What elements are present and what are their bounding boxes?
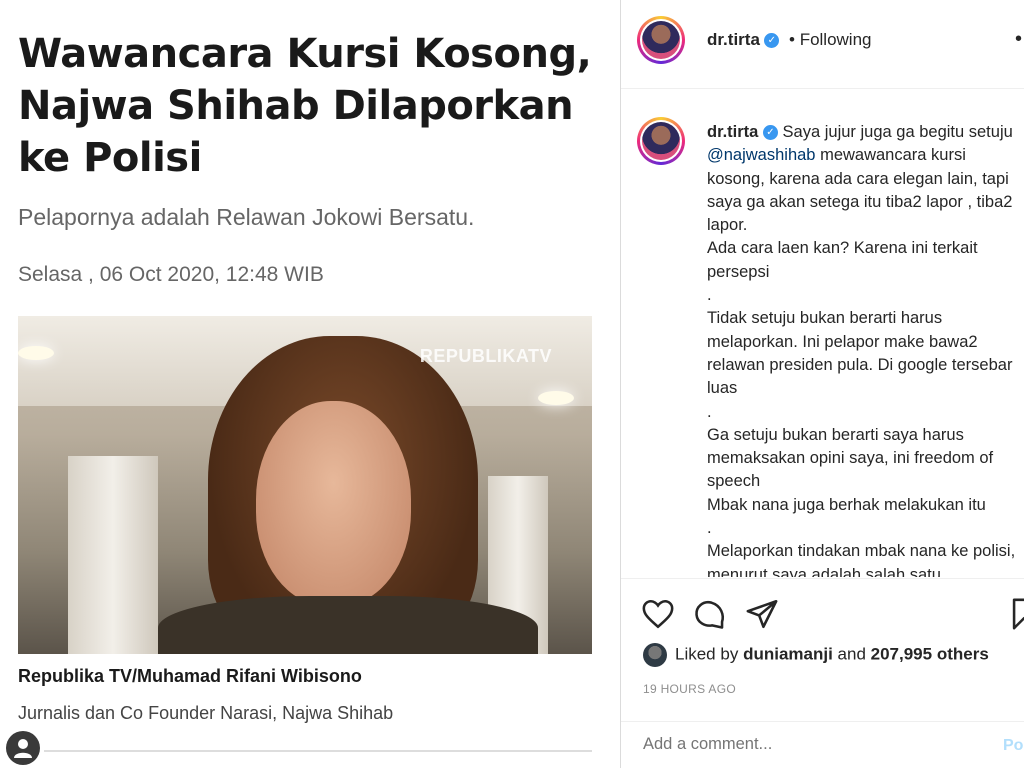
dot-separator: •	[789, 30, 795, 49]
photo-person-coat	[158, 596, 538, 654]
photo-watermark: REPUBLIKATV	[419, 346, 552, 366]
user-account-button[interactable]	[6, 731, 40, 765]
verified-badge-icon: ✓	[764, 33, 780, 49]
article-photo: REPUBLIKATV	[18, 316, 592, 654]
caption-area: dr.tirta ✓ Saya jujur juga ga begitu set…	[621, 89, 1024, 577]
caption-line: Melaporkan tindakan mbak nana ke polisi,…	[707, 542, 1016, 577]
caption-line: Ga setuju bukan berarti saya harus memak…	[707, 425, 994, 491]
comment-avatar[interactable]	[637, 117, 685, 165]
instagram-post-panel: dr.tirta ✓ • Following • dr.tirta ✓ Saya…	[620, 0, 1024, 768]
post-comment-button[interactable]: Po	[1003, 737, 1023, 755]
mention-link[interactable]: @najwashihab	[707, 146, 815, 164]
likes-prefix: Liked by	[675, 644, 739, 664]
add-comment-bar: Po	[621, 721, 1024, 770]
post-caption: dr.tirta ✓ Saya jujur juga ga begitu set…	[707, 121, 1019, 577]
user-icon	[14, 739, 32, 758]
likes-and: and	[837, 644, 866, 664]
photo-lamp	[538, 391, 574, 405]
photo-pillar	[68, 456, 158, 654]
comment-button[interactable]	[693, 597, 727, 631]
likes-summary: Liked by duniamanji and 207,995 others	[643, 643, 989, 667]
caption-line: .	[707, 402, 712, 421]
comment-icon	[695, 600, 724, 629]
caption-line: Mbak nana juga berhak melakukan itu	[707, 495, 986, 514]
photo-credit: Republika TV/Muhamad Rifani Wibisono	[18, 666, 362, 686]
header-user: dr.tirta ✓	[707, 30, 780, 50]
divider	[44, 750, 592, 752]
likes-count[interactable]: 207,995 others	[871, 644, 989, 663]
post-header: dr.tirta ✓ • Following •	[621, 0, 1024, 89]
caption-line: .	[707, 519, 712, 538]
share-icon	[746, 599, 778, 629]
post-actions: Liked by duniamanji and 207,995 others 1…	[621, 578, 1024, 769]
caption-username[interactable]: dr.tirta	[707, 123, 758, 141]
caption-line: Ada cara laen kan? Karena ini terkait pe…	[707, 239, 978, 281]
save-button[interactable]	[1007, 597, 1024, 631]
article-image: Wawancara Kursi Kosong, Najwa Shihab Dil…	[0, 0, 620, 768]
photo-person-face	[256, 401, 411, 606]
verified-badge-icon: ✓	[762, 125, 778, 141]
article-subhead: Pelapornya adalah Relawan Jokowi Bersatu…	[18, 204, 475, 230]
bookmark-icon	[1012, 598, 1024, 630]
profile-avatar[interactable]	[637, 16, 685, 64]
caption-line: .	[707, 286, 712, 305]
more-options-icon[interactable]: •	[1015, 28, 1022, 51]
caption-line: Tidak setuju bukan berarti harus melapor…	[707, 309, 1013, 398]
article-dateline: Selasa , 06 Oct 2020, 12:48 WIB	[18, 263, 324, 286]
liker-username[interactable]: duniamanji	[743, 644, 833, 663]
photo-caption: Jurnalis dan Co Founder Narasi, Najwa Sh…	[18, 703, 394, 723]
caption-text-start: Saya jujur juga ga begitu setuju	[782, 123, 1013, 141]
article-headline: Wawancara Kursi Kosong, Najwa Shihab Dil…	[18, 31, 592, 181]
share-button[interactable]	[745, 597, 779, 631]
photo-lamp	[18, 346, 54, 360]
profile-username[interactable]: dr.tirta	[707, 30, 760, 49]
following-button[interactable]: Following	[800, 30, 872, 49]
like-button[interactable]	[641, 597, 675, 631]
comment-input[interactable]	[641, 734, 965, 755]
header-follow: • Following	[789, 30, 872, 50]
heart-icon	[642, 599, 674, 629]
post-timestamp[interactable]: 19 HOURS AGO	[643, 682, 736, 696]
liker-avatar[interactable]	[643, 643, 667, 667]
